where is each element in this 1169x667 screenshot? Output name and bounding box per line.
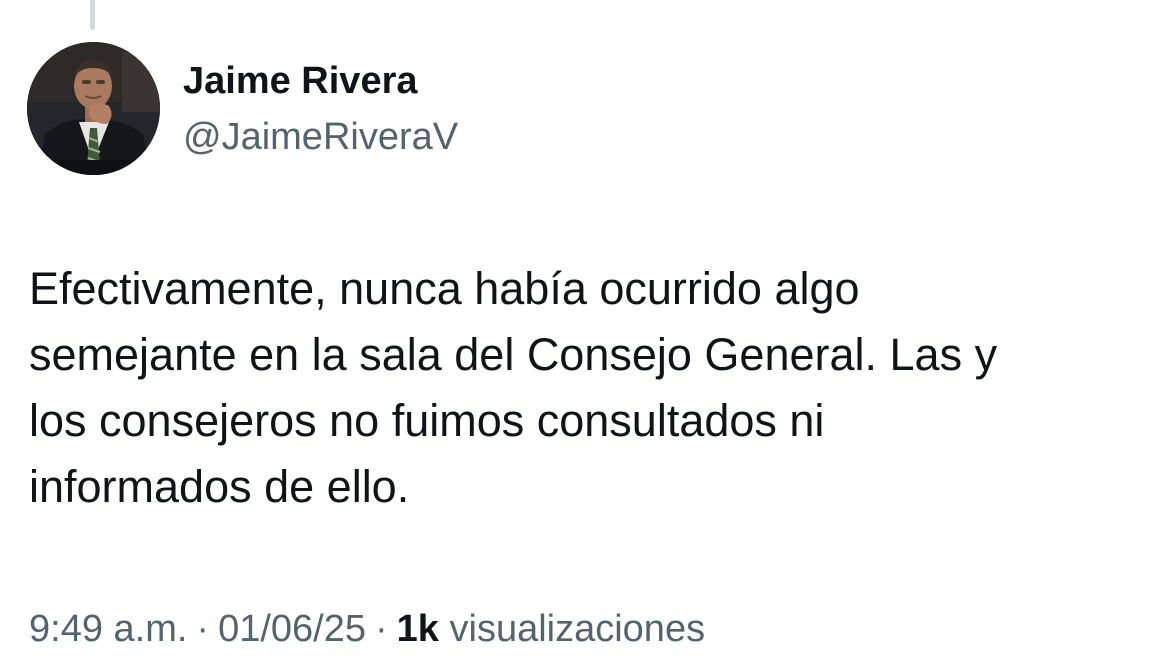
tweet-text-line: informados de ello. [29,461,410,512]
author-handle[interactable]: @JaimeRiveraV [183,116,458,159]
tweet-text-line: Efectivamente, nunca había ocurrido algo [29,263,860,314]
tweet-time[interactable]: 9:49 a.m. [29,608,187,650]
thread-connector-line [90,0,95,30]
tweet-date[interactable]: 01/06/25 [218,608,366,650]
tweet-metadata: 9:49 a.m. · 01/06/25 · 1k visualizaciones [29,608,705,651]
meta-separator: · [196,608,210,650]
tweet-text-line: semejante en la sala del Consejo General… [29,329,998,380]
author-display-name[interactable]: Jaime Rivera [183,60,418,103]
views-count: 1k [396,608,439,650]
profile-photo-icon [27,42,160,175]
author-avatar[interactable] [27,42,160,175]
views-label: visualizaciones [449,608,706,650]
tweet-text: Efectivamente, nunca había ocurrido algo… [29,256,1139,520]
tweet-text-line: los consejeros no fuimos consultados ni [29,395,825,446]
meta-separator: · [375,608,388,650]
